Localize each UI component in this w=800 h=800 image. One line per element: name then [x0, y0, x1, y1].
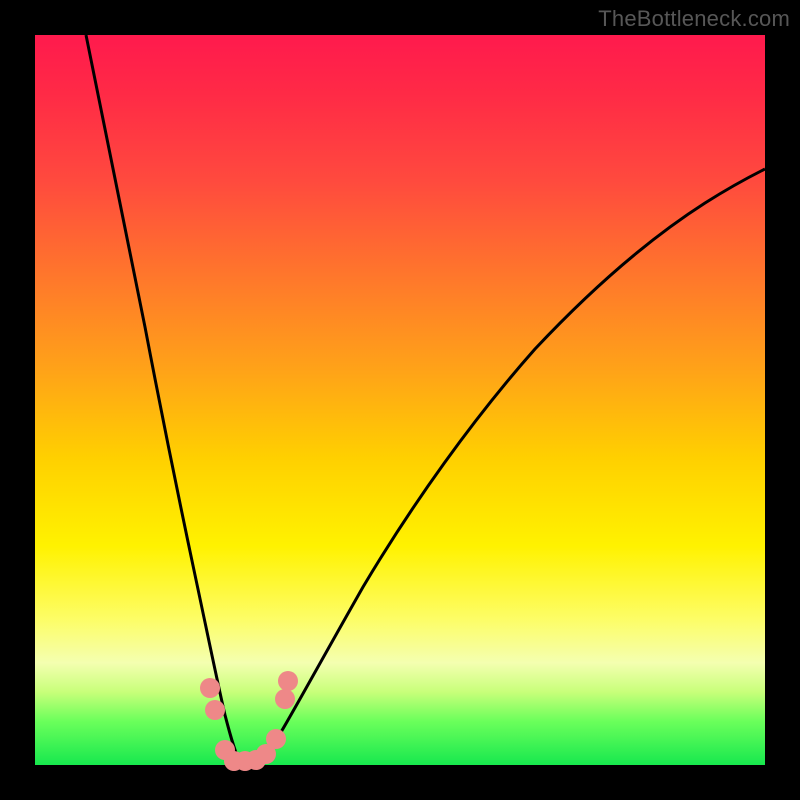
valley-markers — [200, 671, 298, 771]
marker-dot — [278, 671, 298, 691]
plot-area — [35, 35, 765, 765]
chart-frame: TheBottleneck.com — [0, 0, 800, 800]
marker-dot — [200, 678, 220, 698]
marker-dot — [266, 729, 286, 749]
curve-layer — [35, 35, 765, 765]
bottleneck-curve — [86, 35, 765, 765]
watermark-text: TheBottleneck.com — [598, 6, 790, 32]
marker-dot — [205, 700, 225, 720]
marker-dot — [275, 689, 295, 709]
